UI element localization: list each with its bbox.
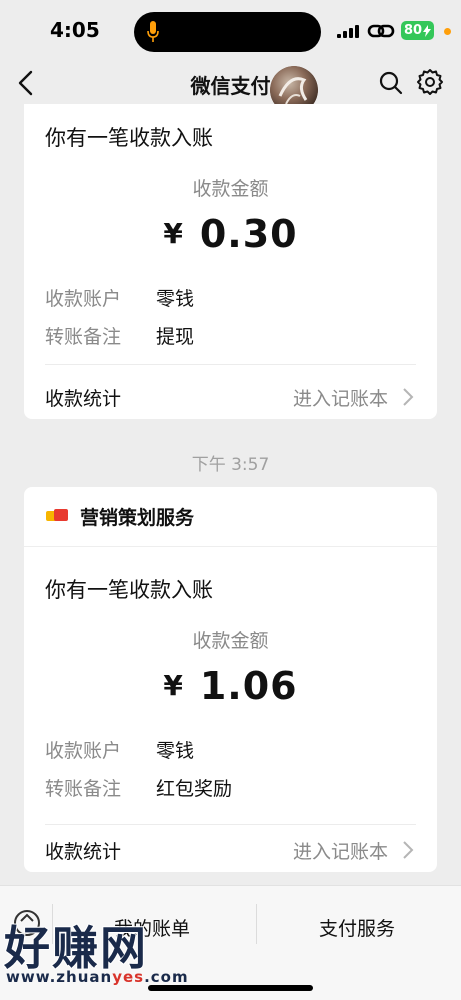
battery-indicator: 80	[401, 21, 434, 40]
sender-name: 营销策划服务	[80, 507, 195, 529]
detail-value: 提现	[156, 326, 195, 348]
amount-label: 收款金额	[192, 178, 269, 200]
payment-headline: 你有一笔收款入账	[45, 578, 213, 602]
amount-value: ¥0.30	[24, 212, 437, 256]
chevron-right-icon	[403, 841, 414, 859]
stat-label: 收款统计	[45, 388, 122, 410]
sender-logo-icon	[46, 509, 68, 521]
amount-label: 收款金额	[192, 630, 269, 652]
payment-card: 你有一笔收款入账 收款金额 ¥0.30 收款账户 零钱 转账备注 提现 收款统计 进…	[24, 104, 437, 419]
detail-row: 转账备注 红包奖励	[45, 774, 232, 801]
site-watermark: 好赚网 www.zhuanyes.com	[3, 912, 204, 992]
home-indicator[interactable]	[148, 985, 313, 991]
privacy-dot	[444, 28, 451, 35]
ledger-link[interactable]: 进入记账本	[293, 384, 388, 411]
amount-number: 1.06	[199, 664, 298, 708]
amount-number: 0.30	[199, 212, 298, 256]
nav-bar: 微信支付	[0, 62, 461, 114]
detail-row: 收款账户 零钱	[45, 284, 194, 311]
detail-key: 收款账户	[45, 288, 122, 310]
dynamic-island	[134, 12, 321, 52]
detail-value: 零钱	[156, 288, 195, 310]
stat-label: 收款统计	[45, 841, 122, 863]
status-bar: 4:05 80	[0, 0, 461, 62]
divider	[256, 904, 257, 944]
search-icon[interactable]	[378, 70, 404, 96]
currency-symbol: ¥	[163, 669, 184, 702]
detail-key: 转账备注	[45, 326, 122, 348]
detail-value: 红包奖励	[156, 778, 233, 800]
charging-bolt-icon	[423, 24, 432, 37]
detail-key: 转账备注	[45, 778, 122, 800]
gear-icon[interactable]	[416, 68, 444, 96]
link-icon	[367, 24, 395, 38]
detail-row: 收款账户 零钱	[45, 736, 194, 763]
message-timestamp: 下午 3:57	[191, 455, 270, 475]
watermark-url: www.zhuanyes.com	[6, 968, 189, 986]
detail-row: 转账备注 提现	[45, 322, 194, 349]
microphone-icon	[147, 21, 159, 42]
divider	[45, 824, 416, 825]
ledger-link[interactable]: 进入记账本	[293, 837, 388, 864]
amount-value: ¥1.06	[24, 664, 437, 708]
divider	[45, 364, 416, 365]
status-time: 4:05	[50, 18, 100, 42]
menu-payment-services[interactable]: 支付服务	[319, 914, 395, 941]
cellular-signal-icon	[337, 24, 359, 38]
card-header[interactable]: 营销策划服务	[24, 487, 437, 547]
battery-level: 80	[403, 23, 423, 38]
stat-row[interactable]: 收款统计 进入记账本	[45, 837, 416, 864]
chevron-right-icon	[403, 388, 414, 406]
payment-headline: 你有一笔收款入账	[45, 126, 213, 150]
detail-value: 零钱	[156, 740, 195, 762]
stat-row[interactable]: 收款统计 进入记账本	[45, 384, 416, 411]
payment-card: 营销策划服务 你有一笔收款入账 收款金额 ¥1.06 收款账户 零钱 转账备注 红包…	[24, 487, 437, 872]
currency-symbol: ¥	[163, 217, 184, 250]
detail-key: 收款账户	[45, 740, 122, 762]
